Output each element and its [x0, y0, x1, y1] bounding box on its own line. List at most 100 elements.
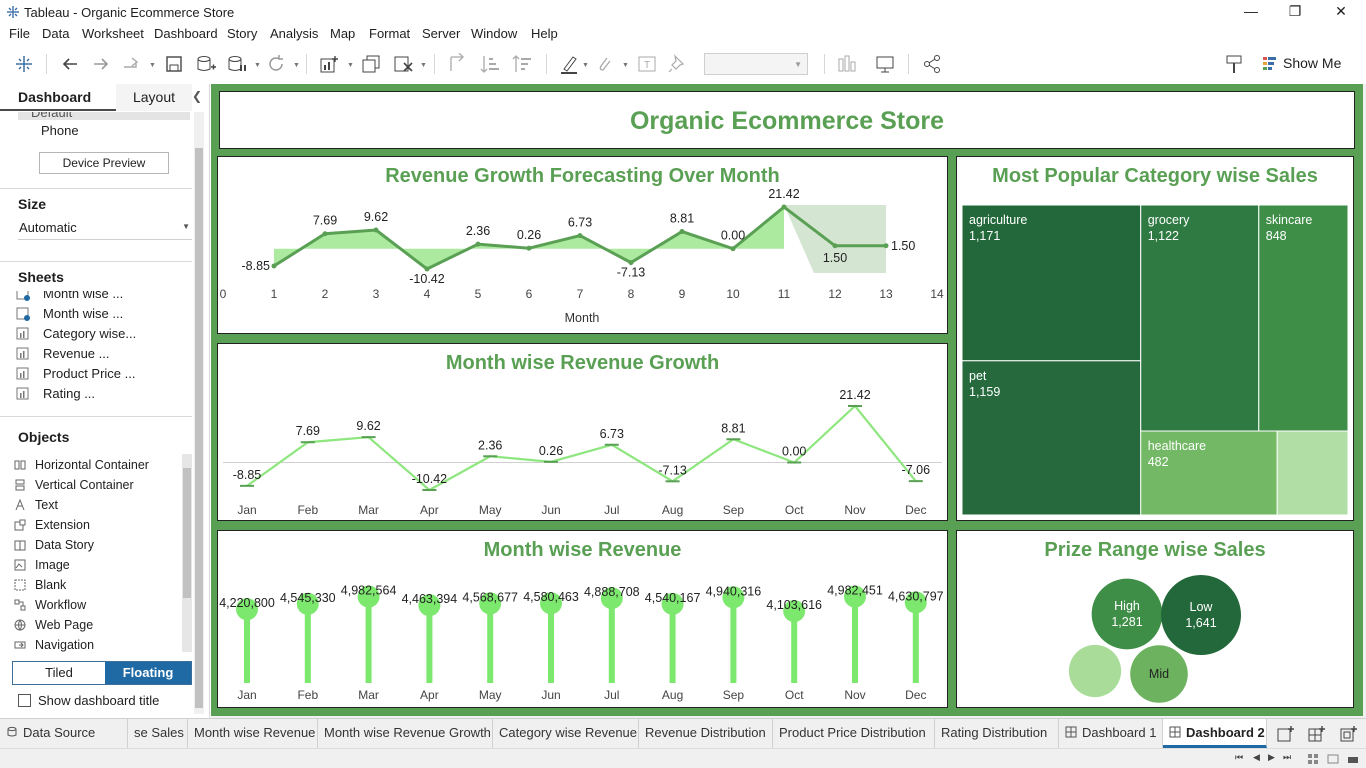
menu-worksheet[interactable]: Worksheet — [82, 26, 144, 41]
group-icon[interactable] — [594, 53, 616, 75]
forecast-chart[interactable]: -8.85 7.69 9.62 -10.42 2.36 0.26 6.73 -7.13 8.81… — [218, 157, 947, 333]
pause-updates-icon[interactable] — [226, 53, 248, 75]
bar[interactable] — [304, 603, 311, 683]
collapse-pane-icon[interactable]: ❮ — [192, 89, 202, 103]
sheet-item[interactable]: Revenue ... — [16, 345, 186, 365]
data-point[interactable] — [475, 241, 481, 247]
sheet-item[interactable]: Category wise... — [16, 325, 186, 345]
category-treemap[interactable]: agriculture 1,171 pet 1,159 grocery 1,122 skin… — [957, 157, 1353, 520]
tab-layout[interactable]: Layout — [116, 84, 192, 111]
sheet-tab-dashboard-1[interactable]: Dashboard 1 — [1059, 719, 1163, 748]
forecast-panel[interactable]: Revenue Growth Forecasting Over Month -8… — [217, 156, 948, 334]
previous-sheet-button[interactable]: ◀ — [1253, 752, 1260, 763]
data-point[interactable] — [526, 245, 532, 251]
sheet-tab-month-wise-revenue-growth[interactable]: Month wise Revenue Growth — [318, 719, 493, 748]
object-item-image[interactable]: Image — [14, 556, 184, 576]
data-point[interactable] — [730, 246, 736, 252]
objects-scrollbar[interactable] — [182, 454, 192, 652]
data-point[interactable] — [373, 227, 379, 233]
sheet-tab-category-wise-revenue[interactable]: Category wise Revenue — [493, 719, 639, 748]
filmstrip-view-icon[interactable] — [1327, 753, 1339, 765]
replay-icon[interactable] — [120, 53, 142, 75]
tiled-button[interactable]: Tiled — [13, 662, 105, 684]
sheet-tab-month-wise-revenue[interactable]: Month wise Revenue — [188, 719, 318, 748]
object-item-extension[interactable]: Extension — [14, 516, 184, 536]
object-item-horizontal-container[interactable]: Horizontal Container — [14, 456, 184, 476]
menu-help[interactable]: Help — [531, 26, 558, 41]
data-point[interactable] — [322, 231, 328, 237]
bar[interactable] — [669, 603, 676, 683]
data-point[interactable] — [577, 233, 583, 239]
sheet-tab-product-price-distribution[interactable]: Product Price Distribution — [773, 719, 935, 748]
series-line[interactable] — [246, 404, 917, 492]
bar[interactable] — [730, 597, 737, 683]
growth-chart[interactable]: -8.85 Jan 7.69 Feb 9.62 Mar -10.42 Apr 2.36 May 0.… — [218, 344, 947, 520]
bar[interactable] — [852, 596, 858, 683]
bar[interactable] — [608, 598, 615, 683]
object-item-blank[interactable]: Blank — [14, 576, 184, 596]
bar[interactable] — [912, 602, 919, 683]
object-item-vertical-container[interactable]: Vertical Container — [14, 476, 184, 496]
format-dropdown[interactable]: ▼ — [704, 53, 808, 75]
menu-format[interactable]: Format — [369, 26, 410, 41]
sheet-item[interactable]: Product Price ... — [16, 365, 186, 385]
bar[interactable] — [487, 603, 494, 683]
data-point[interactable] — [271, 263, 277, 269]
show-labels-icon[interactable]: T — [636, 53, 658, 75]
new-dashboard-icon[interactable] — [1307, 724, 1327, 744]
revenue-panel[interactable]: Month wise Revenue 4,220,800 Jan 4,545,330… — [217, 530, 948, 708]
tabs-view-icon[interactable] — [1347, 753, 1359, 765]
object-item-workflow[interactable]: Workflow — [14, 596, 184, 616]
new-story-icon[interactable] — [1339, 724, 1359, 744]
device-default[interactable]: Default — [31, 112, 72, 120]
data-point[interactable] — [628, 260, 634, 266]
object-item-navigation[interactable]: Navigation — [14, 636, 184, 656]
sheet-item[interactable]: Month wise ... — [16, 305, 186, 325]
first-sheet-button[interactable]: ⏮ — [1235, 752, 1243, 763]
show-cards-icon[interactable] — [836, 53, 858, 75]
category-panel[interactable]: Most Popular Category wise Sales agricul… — [956, 156, 1354, 521]
menu-window[interactable]: Window — [471, 26, 517, 41]
data-point[interactable] — [679, 229, 685, 235]
refresh-icon[interactable] — [265, 53, 287, 75]
minimize-button[interactable]: — — [1228, 0, 1274, 24]
sheet-tab-se-sales[interactable]: se Sales — [128, 719, 188, 748]
sheet-tab-revenue-distribution[interactable]: Revenue Distribution — [639, 719, 773, 748]
data-point[interactable] — [781, 204, 787, 210]
menu-data[interactable]: Data — [42, 26, 69, 41]
revenue-chart[interactable]: 4,220,800 Jan 4,545,330 Feb 4,982,564 Mar 4,46… — [218, 531, 947, 707]
bar[interactable] — [548, 603, 554, 683]
tableau-logo-icon[interactable] — [13, 53, 35, 75]
sheet-item[interactable]: Month wise ... — [16, 291, 186, 305]
prize-panel[interactable]: Prize Range wise Sales High 1,281 Low 1,641… — [956, 530, 1354, 708]
menu-server[interactable]: Server — [422, 26, 460, 41]
growth-panel[interactable]: Month wise Revenue Growth -8.85 Jan 7.69 Fe… — [217, 343, 948, 521]
object-item-data-story[interactable]: Data Story — [14, 536, 184, 556]
pin-icon[interactable] — [666, 53, 688, 75]
presentation-icon[interactable] — [874, 53, 896, 75]
sheet-item[interactable]: Rating ... — [16, 385, 186, 403]
sheet-tab-dashboard-2[interactable]: Dashboard 2 — [1163, 719, 1267, 748]
bubble[interactable] — [1091, 578, 1163, 650]
floating-button[interactable]: Floating — [105, 662, 191, 684]
menu-story[interactable]: Story — [227, 26, 257, 41]
device-phone[interactable]: Phone — [41, 123, 79, 138]
last-sheet-button[interactable]: ⏭ — [1283, 752, 1291, 763]
new-worksheet-icon[interactable] — [318, 53, 340, 75]
sheet-tab-rating-distribution[interactable]: Rating Distribution — [935, 719, 1059, 748]
restore-button[interactable]: ❐ — [1272, 0, 1318, 24]
highlight-icon[interactable] — [558, 53, 580, 75]
duplicate-icon[interactable] — [360, 53, 382, 75]
treemap-cell[interactable] — [1276, 430, 1349, 516]
pane-scrollbar[interactable] — [194, 112, 204, 714]
bar[interactable] — [244, 609, 250, 683]
clear-sheet-icon[interactable] — [392, 53, 414, 75]
new-data-source-icon[interactable] — [195, 53, 217, 75]
redo-icon[interactable] — [90, 53, 112, 75]
data-point[interactable] — [832, 243, 838, 249]
menu-analysis[interactable]: Analysis — [270, 26, 318, 41]
bar[interactable] — [365, 596, 372, 683]
swap-icon[interactable] — [446, 53, 468, 75]
object-item-text[interactable]: Text — [14, 496, 184, 516]
menu-file[interactable]: File — [9, 26, 30, 41]
